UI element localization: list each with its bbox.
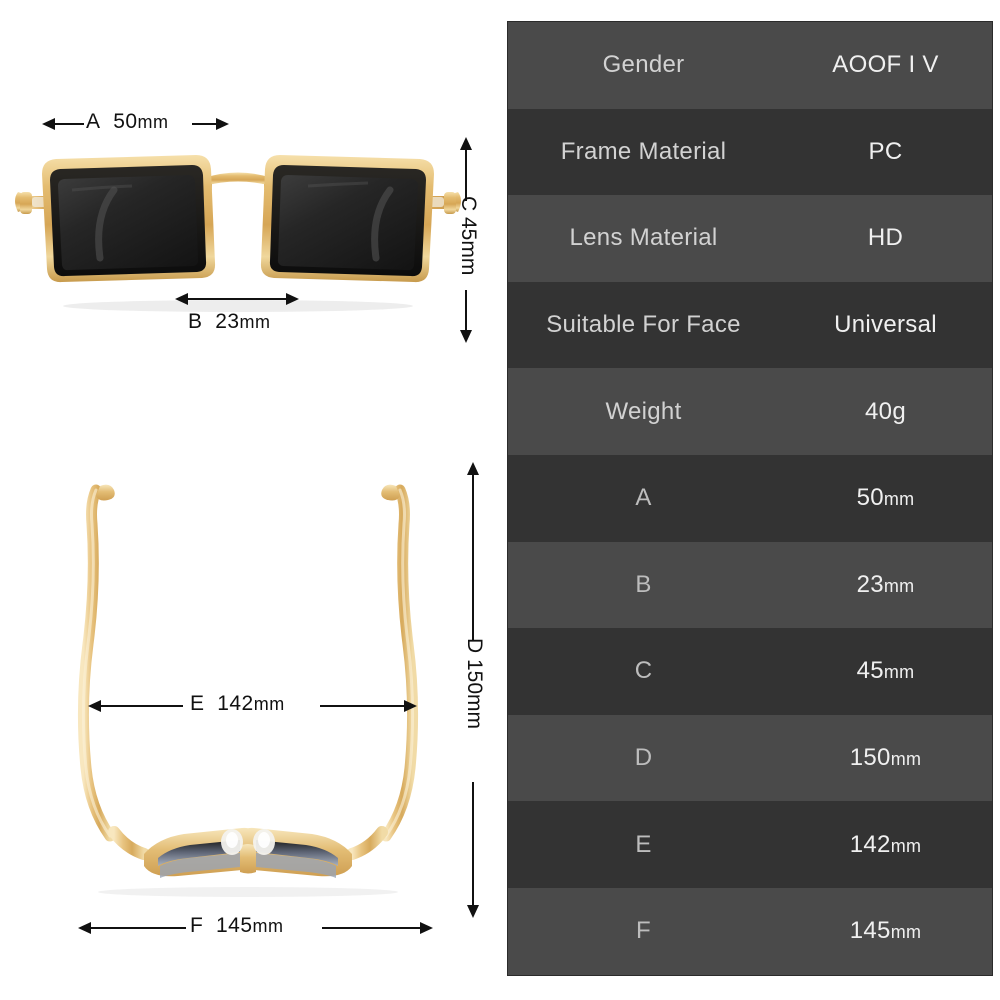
dimension-f-line-right (322, 927, 420, 929)
sunglasses-front-view (15, 155, 461, 312)
table-row: Frame Material PC (508, 108, 992, 196)
dimension-a-code: A (86, 110, 101, 133)
dimension-d-label: D 150mm (463, 638, 486, 730)
spec-key: A (635, 484, 652, 512)
dimension-a-value: 50 (113, 110, 138, 133)
spec-value: 142mm (779, 831, 992, 859)
table-row: Lens Material HD (508, 195, 992, 282)
table-row: E 142mm (508, 801, 992, 888)
dimension-c-line-bottom (465, 290, 467, 332)
dimension-b-line (186, 298, 286, 300)
lens-right (260, 155, 434, 283)
temple-arm-left (77, 484, 150, 860)
spec-key: F (636, 917, 651, 945)
table-row: C 45mm (508, 628, 992, 715)
spec-value-unit: mm (883, 575, 915, 596)
dimension-f-line-left (89, 927, 186, 929)
spec-value: 23mm (779, 571, 992, 599)
dimension-f-unit: mm (252, 916, 284, 936)
dimension-f-value: 145 (216, 914, 253, 937)
spec-value: 150mm (779, 744, 992, 772)
dimension-d-line-top (472, 474, 474, 640)
dimension-e-value: 142 (217, 692, 254, 715)
dimension-a-line-left (54, 123, 84, 125)
spec-value-unit: mm (883, 489, 915, 510)
spec-value: 45mm (779, 657, 992, 685)
spec-value-number: 23 (856, 570, 884, 598)
spec-value: Universal (834, 311, 937, 339)
spec-value-number: 45 (856, 657, 884, 685)
dimension-e-line-right (320, 705, 404, 707)
spec-value-number: 150 (849, 744, 891, 772)
spec-key: B (635, 570, 652, 598)
lens-left (42, 155, 216, 283)
spec-key: C (634, 657, 653, 685)
arrow-down-icon (467, 905, 479, 918)
table-row: B 23mm (508, 541, 992, 629)
dimension-a-label: A 50mm (86, 110, 169, 134)
spec-value-unit: mm (883, 662, 915, 683)
spec-key: Frame Material (560, 137, 727, 165)
arrow-right-icon (420, 922, 433, 934)
diagram-panel: A 50mm B 23mm C 45mm E 142mm D 150mm F 1… (0, 0, 500, 1000)
dimension-a-unit: mm (137, 112, 169, 132)
spec-value: PC (868, 137, 903, 165)
dimension-f-code: F (190, 914, 204, 937)
arrow-down-icon (460, 330, 472, 343)
table-row: Suitable For Face Universal (508, 281, 992, 369)
arrow-right-icon (404, 700, 417, 712)
table-row: A 50mm (508, 454, 992, 542)
table-row: Gender AOOF I V (508, 22, 992, 109)
spec-value: AOOF I V (832, 51, 939, 79)
arrow-right-icon (216, 118, 229, 130)
spec-key: Suitable For Face (546, 311, 741, 339)
specification-table: Gender AOOF I V Frame Material PC Lens Mater… (508, 22, 992, 975)
spec-key: Lens Material (569, 224, 718, 252)
spec-key: Gender (602, 51, 685, 79)
dimension-f-label: F 145mm (190, 914, 284, 938)
table-row: F 145mm (508, 887, 992, 975)
sunglasses-top-view (77, 484, 419, 897)
table-row: D 150mm (508, 714, 992, 802)
spec-value-unit: mm (890, 835, 922, 856)
spec-value-number: 145 (849, 917, 891, 945)
product-spec-image: A 50mm B 23mm C 45mm E 142mm D 150mm F 1… (0, 0, 1000, 1000)
dimension-c-label: C 45mm (457, 196, 480, 276)
spec-value-number: 142 (849, 830, 891, 858)
spec-value-number: 50 (856, 484, 884, 512)
dimension-e-unit: mm (253, 694, 285, 714)
dimension-b-unit: mm (239, 312, 271, 332)
dimension-e-line-left (99, 705, 183, 707)
nose-bridge (204, 172, 272, 246)
spec-key: D (634, 744, 653, 772)
dimension-d-line-bottom (472, 782, 474, 906)
spec-key: E (635, 830, 652, 858)
spec-value: 50mm (779, 484, 992, 512)
arrow-right-icon (286, 293, 299, 305)
spec-value: 145mm (779, 917, 992, 945)
dimension-b-value: 23 (215, 310, 240, 333)
dimension-a-line-right (192, 123, 216, 125)
temple-arm-right (346, 484, 419, 860)
dimension-e-label: E 142mm (190, 692, 285, 716)
spec-key: Weight (605, 397, 682, 425)
spec-value: HD (867, 224, 904, 252)
dimension-b-code: B (188, 310, 203, 333)
dimension-c-line-top (465, 149, 467, 201)
spec-value-unit: mm (890, 922, 922, 943)
table-row: Weight 40g (508, 368, 992, 455)
spec-value: 40g (865, 397, 906, 425)
spec-value-unit: mm (890, 749, 922, 770)
dimension-e-code: E (190, 692, 205, 715)
dimension-b-label: B 23mm (188, 310, 271, 334)
